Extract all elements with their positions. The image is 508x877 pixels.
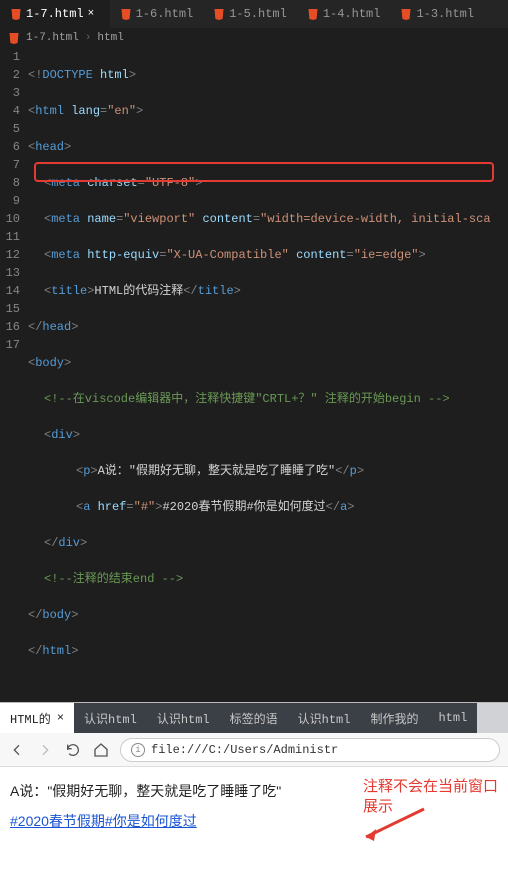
html-file-icon <box>213 8 225 20</box>
page-viewport: A说："假期好无聊，整天就是吃了睡睡了吃" #2020春节假期#你是如何度过 注… <box>0 767 508 877</box>
browser-tab[interactable]: 认识html <box>147 703 220 733</box>
browser-tab[interactable]: 制作我的 <box>360 703 428 733</box>
browser-tabs: HTML的 × 认识html 认识html 标签的语 认识html 制作我的 h… <box>0 703 508 733</box>
breadcrumb-file: 1-7.html <box>26 32 79 44</box>
tab-1-6[interactable]: 1-6.html <box>110 0 204 28</box>
tab-label: 制作我的 <box>370 710 418 727</box>
line-gutter: 1234567891011121314151617 <box>0 48 28 696</box>
html-file-icon <box>400 8 412 20</box>
breadcrumb[interactable]: 1-7.html › html <box>0 28 508 48</box>
tab-label: 1-6.html <box>136 7 194 21</box>
tab-label: 1-3.html <box>416 7 474 21</box>
site-info-icon[interactable]: i <box>131 743 145 757</box>
tab-label: HTML的 <box>10 710 51 727</box>
close-icon[interactable]: × <box>57 711 64 725</box>
tab-label: html <box>438 711 467 725</box>
page-link[interactable]: #2020春节假期#你是如何度过 <box>10 813 197 829</box>
browser-tab-active[interactable]: HTML的 × <box>0 703 74 733</box>
tab-1-3[interactable]: 1-3.html <box>390 0 484 28</box>
forward-button[interactable] <box>36 741 54 759</box>
home-button[interactable] <box>92 741 110 759</box>
browser-tab[interactable]: 标签的语 <box>220 703 288 733</box>
breadcrumb-node: html <box>97 32 123 44</box>
tab-label: 标签的语 <box>230 710 278 727</box>
browser-tab[interactable]: 认识html <box>288 703 361 733</box>
tab-1-4[interactable]: 1-4.html <box>297 0 391 28</box>
url-text: file:///C:/Users/Administr <box>151 743 338 757</box>
reload-button[interactable] <box>64 741 82 759</box>
tab-label: 认识html <box>157 710 210 727</box>
tab-label: 1-4.html <box>323 7 381 21</box>
editor-tabs: 1-7.html × 1-6.html 1-5.html 1-4.html 1-… <box>0 0 508 28</box>
tab-label: 1-7.html <box>26 7 84 21</box>
tab-label: 1-5.html <box>229 7 287 21</box>
tab-1-5[interactable]: 1-5.html <box>203 0 297 28</box>
html-file-icon <box>307 8 319 20</box>
tab-label: 认识html <box>298 710 351 727</box>
html-file-icon <box>120 8 132 20</box>
code-content[interactable]: <!DOCTYPE html> <html lang="en"> <head> … <box>28 48 508 696</box>
close-icon[interactable]: × <box>88 8 100 20</box>
browser-tab[interactable]: html <box>428 703 477 733</box>
browser-tab[interactable]: 认识html <box>74 703 147 733</box>
html-file-icon <box>10 8 22 20</box>
html-file-icon <box>8 32 20 44</box>
code-editor: 1-7.html × 1-6.html 1-5.html 1-4.html 1-… <box>0 0 508 702</box>
code-area[interactable]: 1234567891011121314151617 <!DOCTYPE html… <box>0 48 508 702</box>
annotation-arrow-icon <box>356 807 426 850</box>
back-button[interactable] <box>8 741 26 759</box>
address-bar[interactable]: i file:///C:/Users/Administr <box>120 738 500 762</box>
chevron-right-icon: › <box>85 32 92 44</box>
browser-window: HTML的 × 认识html 认识html 标签的语 认识html 制作我的 h… <box>0 702 508 877</box>
browser-toolbar: i file:///C:/Users/Administr <box>0 733 508 767</box>
tab-1-7[interactable]: 1-7.html × <box>0 0 110 28</box>
tab-label: 认识html <box>84 710 137 727</box>
